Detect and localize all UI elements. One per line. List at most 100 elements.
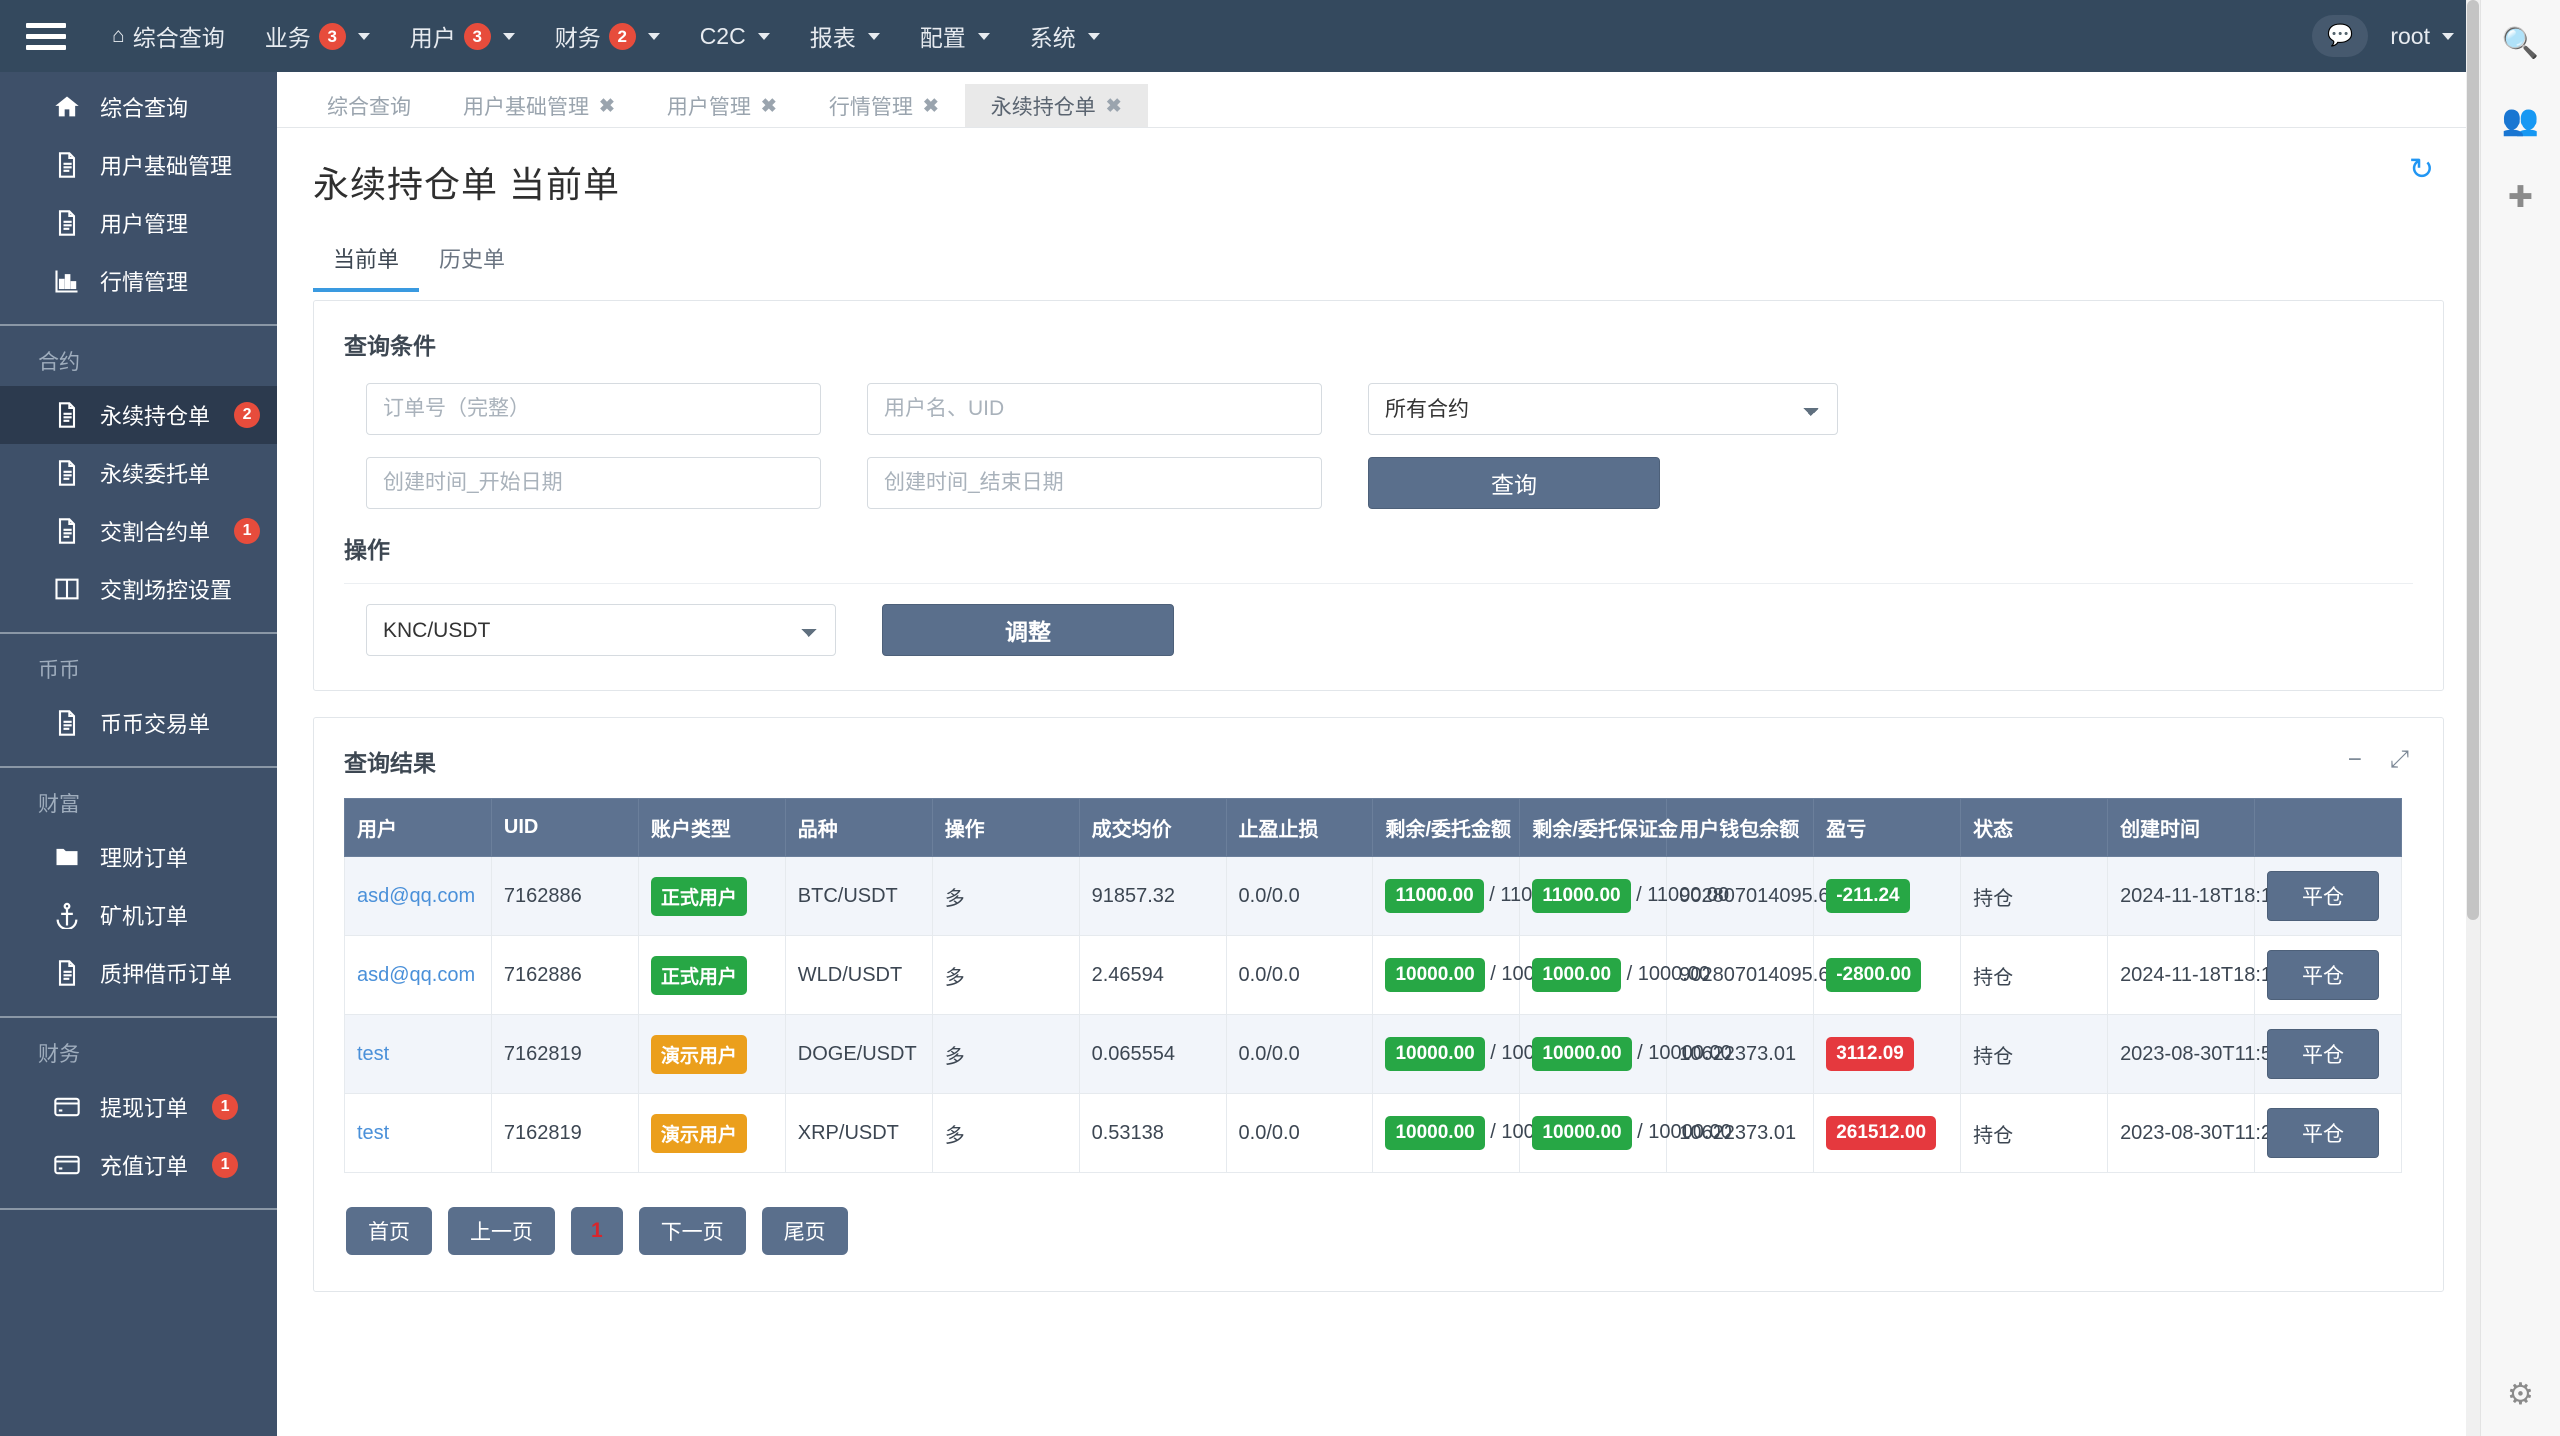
sidebar-item-3-1[interactable]: 矿机订单 [0,886,277,944]
sidebar-item-4-0[interactable]: 提现订单1 [0,1078,277,1136]
pair-select[interactable]: KNC/USDT [366,604,836,656]
contract-select[interactable]: 所有合约 [1368,383,1838,435]
close-icon[interactable]: ✖ [761,95,777,118]
close-position-button[interactable]: 平仓 [2267,950,2379,1000]
chevron-down-icon [758,33,770,40]
minimize-icon[interactable]: − [2348,746,2362,774]
top-nav-item-3[interactable]: 财务2 [535,0,680,72]
user-menu[interactable]: root [2390,23,2454,50]
close-position-button[interactable]: 平仓 [2267,1108,2379,1158]
pagination-next[interactable]: 下一页 [639,1207,746,1255]
gear-icon[interactable]: ⚙ [2507,1377,2534,1412]
end-date-input[interactable] [867,457,1322,509]
pagination-current[interactable]: 1 [571,1207,623,1255]
top-nav-item-4[interactable]: C2C [680,0,790,72]
sidebar-item-3-2[interactable]: 质押借币订单 [0,944,277,1002]
sub-tab-0[interactable]: 当前单 [313,234,419,292]
sidebar-item-1-1[interactable]: 永续委托单 [0,444,277,502]
sidebar-item-0-1[interactable]: 用户基础管理 [0,136,277,194]
query-panel: 查询条件 所有合约 查询 操作 KNC/USDT 调整 [313,300,2444,691]
top-nav-item-5[interactable]: 报表 [790,0,900,72]
cell-avg-price: 0.53138 [1079,1094,1226,1173]
margin-badge: 10000.00 [1532,1037,1631,1071]
main-content: 综合查询用户基础管理✖用户管理✖行情管理✖永续持仓单✖ ↻ 永续持仓单 当前单 … [277,72,2480,1436]
order-no-input[interactable] [366,383,821,435]
top-nav-items: ⌂综合查询业务3用户3财务2 C2C 报表配置系统 [92,0,1120,72]
tab-1[interactable]: 用户基础管理 ✖ [437,84,641,128]
table-header-cell: 账户类型 [638,799,785,857]
start-date-input[interactable] [366,457,821,509]
sidebar-group-4: 财务提现订单1充值订单1 [0,1018,277,1210]
sidebar-item-label: 交割场控设置 [100,573,232,605]
user-search-input[interactable] [867,383,1322,435]
top-nav-item-6[interactable]: 配置 [900,0,1010,72]
tab-3[interactable]: 行情管理✖ [803,84,965,128]
close-icon[interactable]: ✖ [599,95,615,118]
document-icon [52,958,82,988]
operation-row: KNC/USDT 调整 [344,604,2413,656]
adjust-button[interactable]: 调整 [882,604,1174,656]
cell-wallet: 902807014095.63 [1667,936,1814,1015]
account-type-badge: 正式用户 [651,877,747,916]
cell-action: 平仓 [2254,1094,2401,1173]
tab-label: 用户管理 [667,91,751,121]
sidebar-item-1-3[interactable]: 交割场控设置 [0,560,277,618]
user-link[interactable]: test [357,1122,389,1144]
sidebar: 综合查询用户基础管理用户管理行情管理合约永续持仓单2永续委托单交割合约单1交割场… [0,72,277,1436]
search-button[interactable]: 查询 [1368,457,1660,509]
tab-4[interactable]: 永续持仓单✖ [965,84,1148,128]
sidebar-item-0-0[interactable]: 综合查询 [0,78,277,136]
tab-label: 用户基础管理 [463,91,589,121]
tab-2[interactable]: 用户管理 ✖ [641,84,803,128]
sub-tab-1[interactable]: 历史单 [419,234,525,292]
user-link[interactable]: test [357,1043,389,1065]
chat-bubble-icon[interactable]: 💬 [2312,15,2368,57]
top-nav-item-1[interactable]: 业务3 [245,0,390,72]
close-icon[interactable]: ✖ [1106,95,1122,118]
table-header-cell: 剩余/委托保证金 [1520,799,1667,857]
tab-0[interactable]: 综合查询 [301,84,437,128]
expand-icon[interactable]: ⤢ [2390,746,2409,774]
top-nav-item-2[interactable]: 用户3 [390,0,535,72]
cell-margin: 11000.00 / 11000.00 [1520,857,1667,936]
table-row: test7162819演示用户XRP/USDT多0.531380.0/0.010… [345,1094,2402,1173]
sidebar-item-label: 充值订单 [100,1149,188,1181]
cell-amount: 11000.00 / 11000.00 [1373,857,1520,936]
sidebar-item-badge: 1 [234,518,260,544]
plus-icon[interactable]: ✚ [2508,180,2533,215]
top-nav-item-label: C2C [700,23,746,50]
cell-user: test [345,1015,492,1094]
page-scrollbar[interactable] [2466,0,2480,1436]
margin-badge: 11000.00 [1532,879,1630,913]
pagination-last[interactable]: 尾页 [762,1207,848,1255]
sidebar-item-label: 用户基础管理 [100,149,232,181]
sidebar-item-0-3[interactable]: 行情管理 [0,252,277,310]
search-icon[interactable]: 🔍 [2502,26,2539,61]
sidebar-item-0-2[interactable]: 用户管理 [0,194,277,252]
pagination: 首页上一页 1 下一页尾页 [344,1207,2413,1255]
results-title: 查询结果 [344,744,2413,778]
scrollbar-thumb[interactable] [2467,0,2479,920]
user-link[interactable]: asd@qq.com [357,885,475,907]
cell-symbol: BTC/USDT [785,857,932,936]
sidebar-item-2-0[interactable]: 币币交易单 [0,694,277,752]
people-icon[interactable]: 👥 [2502,103,2539,138]
cell-symbol: WLD/USDT [785,936,932,1015]
close-position-button[interactable]: 平仓 [2267,1029,2379,1079]
sidebar-item-4-1[interactable]: 充值订单1 [0,1136,277,1194]
hamburger-icon[interactable] [0,0,92,72]
cell-uid: 7162886 [491,936,638,1015]
pagination-first[interactable]: 首页 [346,1207,432,1255]
close-position-button[interactable]: 平仓 [2267,871,2379,921]
sidebar-item-3-0[interactable]: 理财订单 [0,828,277,886]
document-icon [52,150,82,180]
pagination-prev[interactable]: 上一页 [448,1207,555,1255]
close-icon[interactable]: ✖ [923,95,939,118]
cell-account-type: 正式用户 [638,936,785,1015]
top-nav-item-0[interactable]: ⌂综合查询 [92,0,245,72]
refresh-icon[interactable]: ↻ [2409,152,2434,187]
sidebar-item-1-2[interactable]: 交割合约单1 [0,502,277,560]
sidebar-item-1-0[interactable]: 永续持仓单2 [0,386,277,444]
top-nav-item-7[interactable]: 系统 [1010,0,1120,72]
user-link[interactable]: asd@qq.com [357,964,475,986]
